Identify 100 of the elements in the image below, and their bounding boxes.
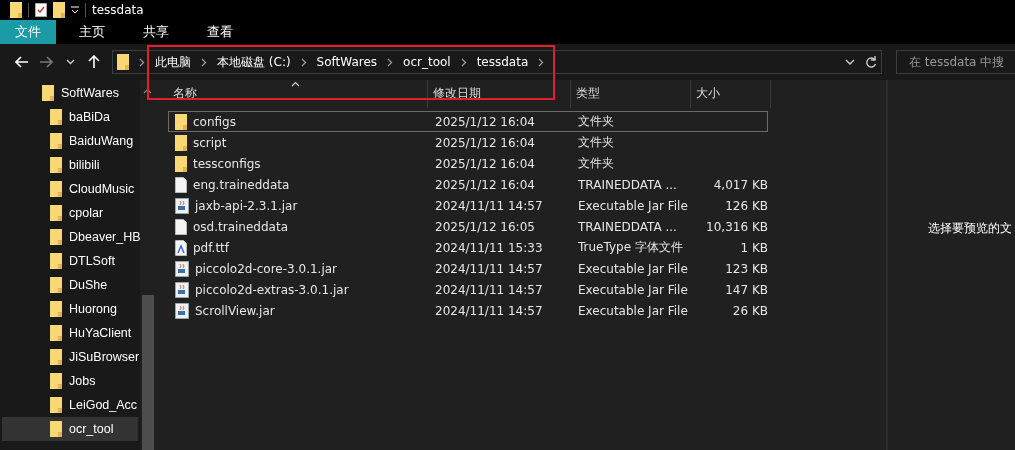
- folder-icon: [50, 109, 62, 125]
- file-type: 文件夹: [578, 113, 614, 130]
- dropdown-icon[interactable]: [71, 6, 79, 14]
- back-arrow-icon[interactable]: [15, 56, 29, 68]
- folder-icon: [50, 373, 62, 389]
- file-type: Executable Jar File: [578, 303, 688, 318]
- sidebar-item[interactable]: Jobs: [2, 369, 138, 393]
- breadcrumb[interactable]: ocr_tool: [403, 55, 451, 69]
- sidebar-item[interactable]: baBiDa: [2, 105, 138, 129]
- chevron-right-icon: [139, 57, 145, 67]
- sidebar-item[interactable]: bilibili: [2, 153, 138, 177]
- file-name: script: [193, 135, 227, 150]
- forward-arrow-icon[interactable]: [39, 56, 53, 68]
- checklist-icon[interactable]: [35, 3, 47, 17]
- cup-icon: [175, 197, 189, 214]
- chevron-right-icon: [300, 57, 307, 67]
- sidebar-item[interactable]: HuYaClient: [2, 321, 138, 345]
- file-size: 126 KB: [725, 198, 768, 213]
- file-size: 26 KB: [732, 303, 768, 318]
- file-row[interactable]: piccolo2d-extras-3.0.1.jar 2024/11/11 14:57 Executable Jar File 147 KB: [168, 279, 768, 300]
- file-row[interactable]: script 2025/1/12 16:04 文件夹: [168, 132, 768, 153]
- file-row[interactable]: ScrollView.jar 2024/11/11 14:57 Executable Jar File 26 KB: [168, 300, 768, 321]
- chevron-down-icon[interactable]: [65, 59, 75, 65]
- file-type: TRAINEDDATA ...: [578, 219, 677, 234]
- breadcrumb[interactable]: 此电脑: [155, 53, 191, 71]
- document-icon: [175, 176, 187, 193]
- column-header[interactable]: 类型: [571, 80, 691, 108]
- folder-icon: [50, 229, 62, 245]
- sidebar-item[interactable]: LeiGod_Acc: [2, 393, 138, 417]
- column-header[interactable]: 名称: [168, 80, 428, 108]
- breadcrumb[interactable]: SoftWares: [316, 55, 378, 69]
- file-row[interactable]: pdf.ttf 2024/11/11 15:33 TrueType 字体文件 1 KB: [168, 237, 768, 258]
- font-file-icon: [175, 239, 187, 256]
- breadcrumb[interactable]: 本地磁盘 (C:): [217, 53, 291, 71]
- sidebar-item[interactable]: BaiduWang: [2, 129, 138, 153]
- file-type: 文件夹: [578, 134, 614, 151]
- modified-date: 2025/1/12 16:04: [435, 114, 535, 129]
- folder-icon: [10, 2, 22, 18]
- sidebar-item[interactable]: Dbeaver_HB: [2, 225, 138, 249]
- cup-icon: [175, 260, 189, 277]
- chevron-right-icon: [538, 57, 545, 67]
- file-name: piccolo2d-core-3.0.1.jar: [195, 261, 338, 276]
- chevron-right-icon: [387, 57, 394, 67]
- modified-date: 2024/11/11 14:57: [435, 282, 543, 297]
- file-name: osd.traineddata: [193, 219, 288, 234]
- modified-date: 2025/1/12 16:04: [435, 135, 535, 150]
- file-row[interactable]: tessconfigs 2025/1/12 16:04 文件夹: [168, 153, 768, 174]
- file-name: eng.traineddata: [193, 177, 290, 192]
- cup-icon: [175, 281, 189, 298]
- file-name: ScrollView.jar: [195, 303, 275, 318]
- preview-message: 选择要预览的文: [928, 220, 1012, 237]
- ribbon-tab[interactable]: 主页: [64, 20, 120, 44]
- file-row[interactable]: configs 2025/1/12 16:04 文件夹: [168, 111, 768, 132]
- chevron-down-icon[interactable]: [845, 58, 855, 66]
- folder-icon: [50, 301, 62, 317]
- modified-date: 2025/1/12 16:04: [435, 177, 535, 192]
- sidebar-item[interactable]: DuShe: [2, 273, 138, 297]
- file-size: 10,316 KB: [706, 219, 768, 234]
- file-size: 1 KB: [740, 240, 768, 255]
- sidebar-item[interactable]: SoftWares: [2, 81, 138, 105]
- refresh-icon[interactable]: [865, 55, 877, 69]
- file-row[interactable]: eng.traineddata 2025/1/12 16:04 TRAINEDDATA ... 4,017 KB: [168, 174, 768, 195]
- search-field[interactable]: 在 tessdata 中搜: [896, 50, 1015, 74]
- file-type: Executable Jar File: [578, 198, 688, 213]
- folder-icon: [50, 421, 62, 437]
- modified-date: 2024/11/11 14:57: [435, 198, 543, 213]
- file-type: TRAINEDDATA ...: [578, 177, 677, 192]
- folder-icon: [175, 134, 187, 151]
- sidebar-item[interactable]: ocr_tool: [2, 417, 138, 441]
- file-row[interactable]: jaxb-api-2.3.1.jar 2024/11/11 14:57 Executable Jar File 126 KB: [168, 195, 768, 216]
- folder-icon: [50, 133, 62, 149]
- sidebar-item[interactable]: DTLSoft: [2, 249, 138, 273]
- file-row[interactable]: osd.traineddata 2025/1/12 16:05 TRAINEDDATA ... 10,316 KB: [168, 216, 768, 237]
- column-header[interactable]: 大小: [691, 80, 771, 108]
- file-name: pdf.ttf: [193, 240, 230, 255]
- ribbon-tab[interactable]: 共享: [128, 20, 184, 44]
- file-name: jaxb-api-2.3.1.jar: [195, 198, 298, 213]
- file-type: Executable Jar File: [578, 261, 688, 276]
- file-size: 4,017 KB: [713, 177, 768, 192]
- scroll-up-icon[interactable]: [143, 88, 152, 94]
- modified-date: 2024/11/11 15:33: [435, 240, 543, 255]
- folder-icon: [50, 397, 62, 413]
- file-name: configs: [193, 114, 236, 129]
- folder-icon: [175, 113, 187, 130]
- breadcrumb[interactable]: tessdata: [476, 55, 529, 69]
- sidebar-item[interactable]: cpolar: [2, 201, 138, 225]
- file-row[interactable]: piccolo2d-core-3.0.1.jar 2024/11/11 14:57 Executable Jar File 123 KB: [168, 258, 768, 279]
- file-name: tessconfigs: [193, 156, 261, 171]
- sidebar-item[interactable]: JiSuBrowser: [2, 345, 138, 369]
- sidebar-item[interactable]: CloudMusic: [2, 177, 138, 201]
- up-arrow-icon[interactable]: [88, 55, 100, 69]
- sidebar-item[interactable]: Huorong: [2, 297, 138, 321]
- file-name: piccolo2d-extras-3.0.1.jar: [195, 282, 349, 297]
- file-type: TrueType 字体文件: [578, 239, 683, 256]
- scrollbar[interactable]: [140, 80, 156, 450]
- ribbon-tab[interactable]: 查看: [192, 20, 248, 44]
- column-header[interactable]: 修改日期: [428, 80, 571, 108]
- folder-icon: [53, 2, 65, 18]
- folder-icon: [50, 277, 62, 293]
- folder-icon: [42, 85, 54, 101]
